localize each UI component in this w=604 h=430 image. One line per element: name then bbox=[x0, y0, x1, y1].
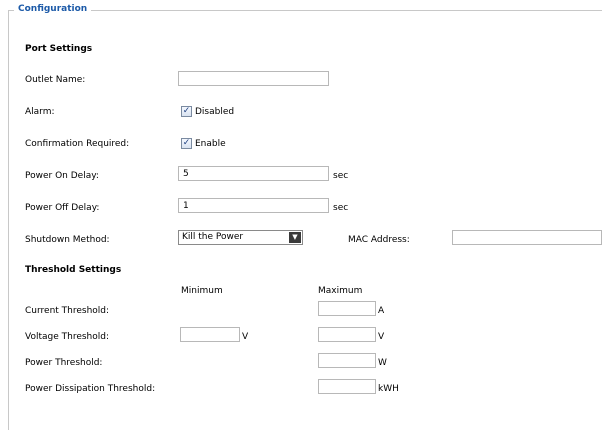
alarm-label: Alarm: bbox=[25, 107, 55, 117]
outlet-name-input[interactable] bbox=[178, 71, 329, 86]
shutdown-method-value: Kill the Power bbox=[182, 232, 244, 242]
voltage-threshold-min-input[interactable] bbox=[180, 327, 240, 342]
current-threshold-max-input[interactable] bbox=[318, 301, 376, 316]
power-threshold-unit: W bbox=[378, 358, 387, 368]
confirmation-required-label: Confirmation Required: bbox=[25, 139, 130, 149]
power-dissipation-threshold-label: Power Dissipation Threshold: bbox=[25, 384, 156, 394]
voltage-threshold-min-unit: V bbox=[242, 332, 249, 342]
power-on-delay-label: Power On Delay: bbox=[25, 171, 99, 181]
threshold-settings-heading: Threshold Settings bbox=[25, 265, 122, 275]
power-off-delay-label: Power Off Delay: bbox=[25, 203, 100, 213]
minimum-column-header: Minimum bbox=[181, 286, 223, 296]
checkmark-icon: ✓ bbox=[182, 138, 191, 148]
confirmation-checkbox-label: Enable bbox=[195, 139, 226, 149]
alarm-checkbox-label: Disabled bbox=[195, 107, 235, 117]
power-on-delay-unit: sec bbox=[333, 171, 349, 181]
power-threshold-max-input[interactable] bbox=[318, 353, 376, 368]
power-on-delay-input[interactable] bbox=[178, 166, 329, 181]
mac-address-input[interactable] bbox=[452, 230, 602, 245]
voltage-threshold-unit: V bbox=[378, 332, 385, 342]
power-dissipation-threshold-unit: kWH bbox=[378, 384, 399, 394]
voltage-threshold-max-input[interactable] bbox=[318, 327, 376, 342]
confirmation-checkbox[interactable]: ✓ bbox=[181, 138, 192, 149]
alarm-checkbox[interactable]: ✓ bbox=[181, 106, 192, 117]
power-dissipation-threshold-max-input[interactable] bbox=[318, 379, 376, 394]
power-off-delay-input[interactable] bbox=[178, 198, 329, 213]
chevron-down-icon[interactable]: ▼ bbox=[289, 232, 301, 243]
outlet-name-label: Outlet Name: bbox=[25, 75, 86, 85]
current-threshold-unit: A bbox=[378, 306, 385, 316]
shutdown-method-label: Shutdown Method: bbox=[25, 235, 110, 245]
configuration-legend: Configuration bbox=[14, 4, 92, 14]
voltage-threshold-label: Voltage Threshold: bbox=[25, 332, 110, 342]
power-off-delay-unit: sec bbox=[333, 203, 349, 213]
mac-address-label: MAC Address: bbox=[348, 235, 410, 245]
power-threshold-label: Power Threshold: bbox=[25, 358, 103, 368]
current-threshold-label: Current Threshold: bbox=[25, 306, 110, 316]
checkmark-icon: ✓ bbox=[182, 106, 191, 116]
port-settings-heading: Port Settings bbox=[25, 44, 93, 54]
shutdown-method-select[interactable]: Kill the Power ▼ bbox=[178, 230, 303, 245]
maximum-column-header: Maximum bbox=[318, 286, 363, 296]
